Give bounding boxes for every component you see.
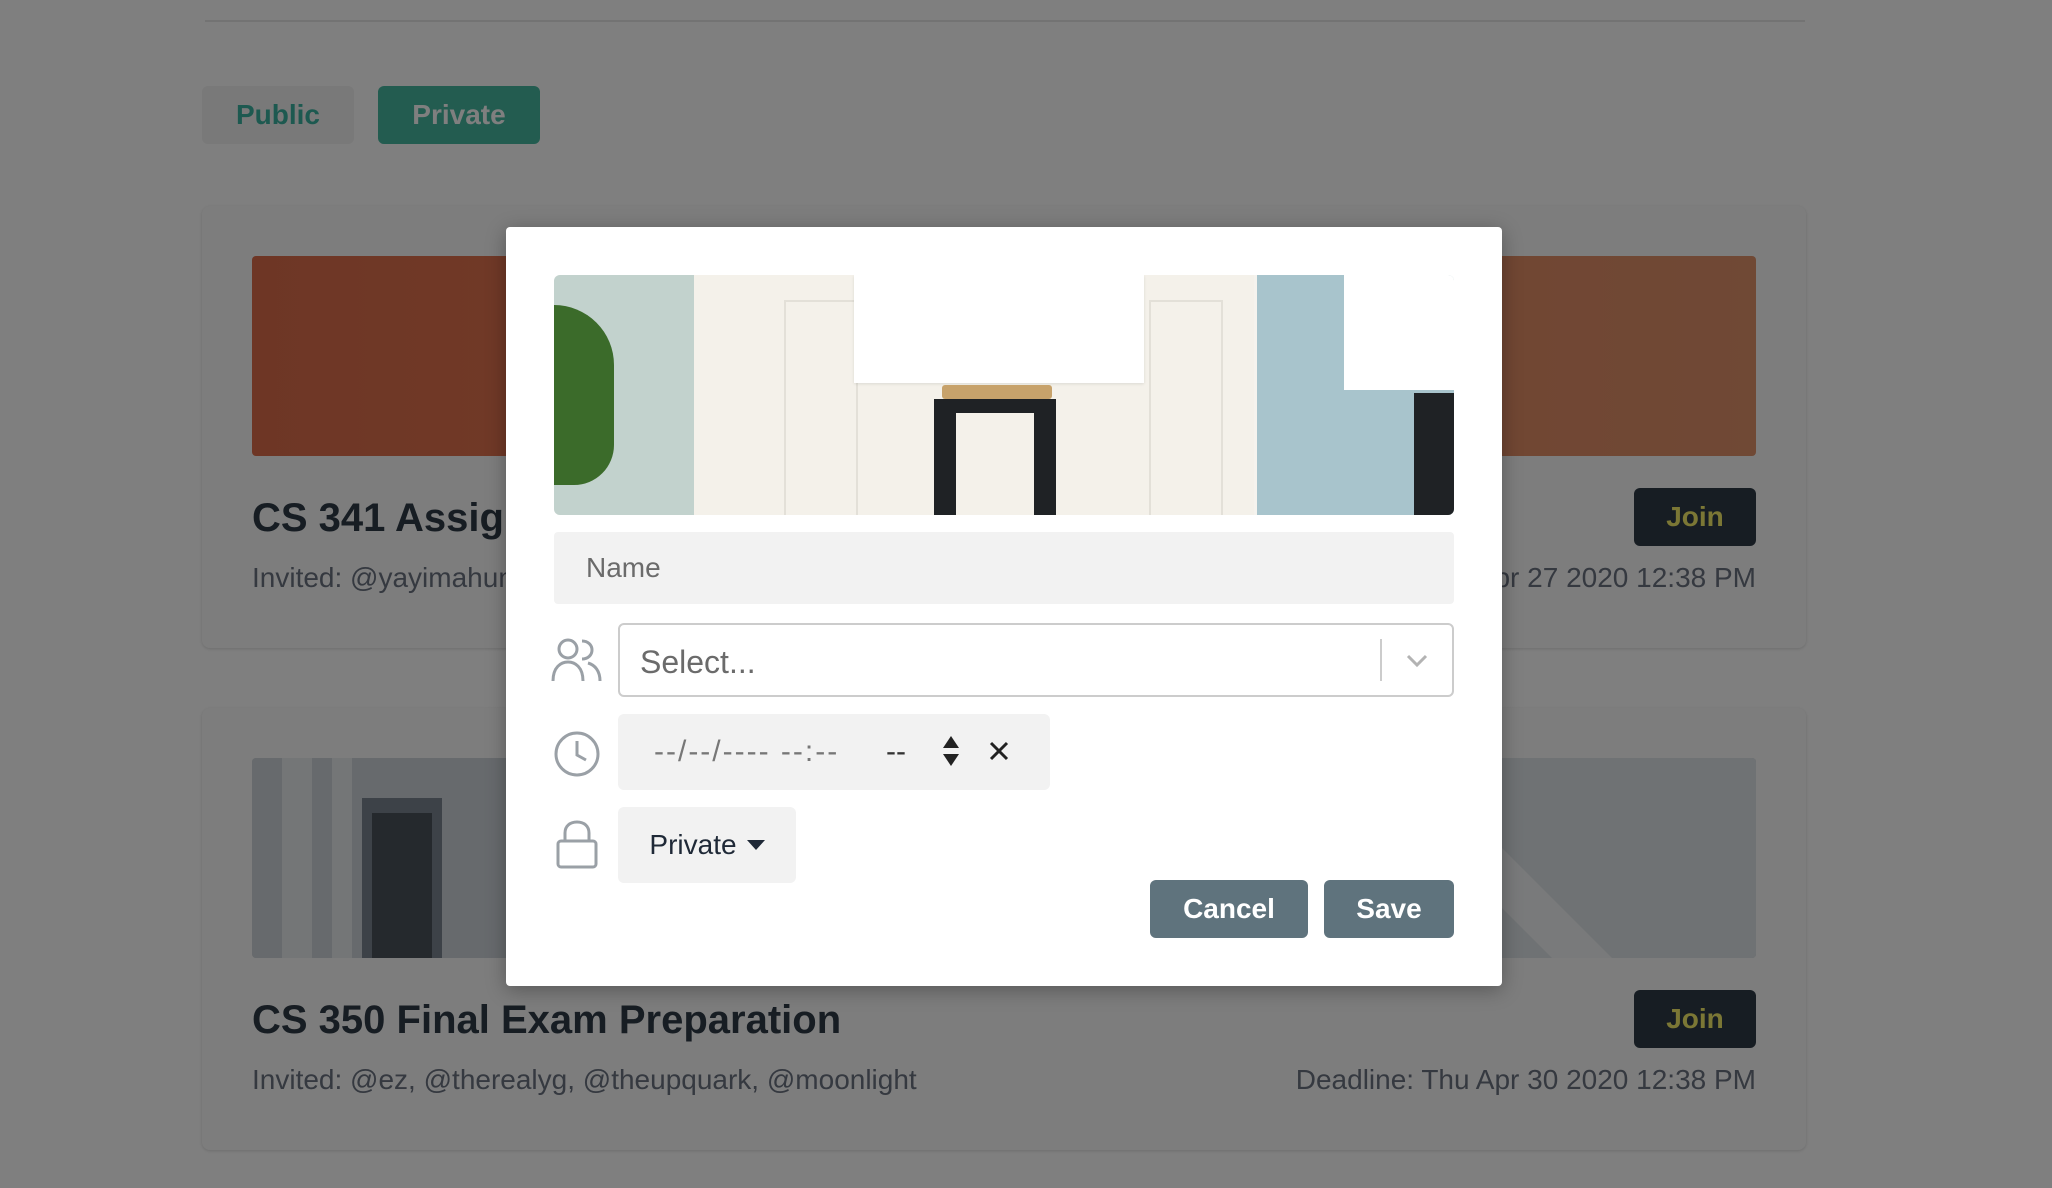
create-group-modal: Select... --/--/---- --:-- -- Private Ca… <box>506 227 1502 986</box>
caret-down-icon <box>746 840 765 850</box>
modal-cover-image <box>554 275 1454 515</box>
clock-icon <box>554 731 600 777</box>
chevron-down-icon[interactable] <box>1402 647 1432 673</box>
members-select[interactable]: Select... <box>618 623 1454 697</box>
name-input[interactable] <box>554 532 1454 604</box>
lock-icon <box>556 820 598 869</box>
privacy-label: Private <box>649 829 737 860</box>
spinner-icon[interactable] <box>938 732 964 770</box>
select-separator <box>1380 639 1382 681</box>
datetime-placeholder: --/--/---- --:-- <box>654 735 840 768</box>
cancel-button[interactable]: Cancel <box>1150 880 1308 938</box>
save-button[interactable]: Save <box>1324 880 1454 938</box>
select-placeholder: Select... <box>640 644 756 680</box>
privacy-dropdown[interactable]: Private <box>618 807 796 883</box>
datetime-ampm[interactable]: -- <box>886 735 906 769</box>
deadline-datetime-input[interactable]: --/--/---- --:-- -- <box>618 714 1050 790</box>
close-icon[interactable] <box>982 734 1016 768</box>
users-icon <box>551 638 602 682</box>
